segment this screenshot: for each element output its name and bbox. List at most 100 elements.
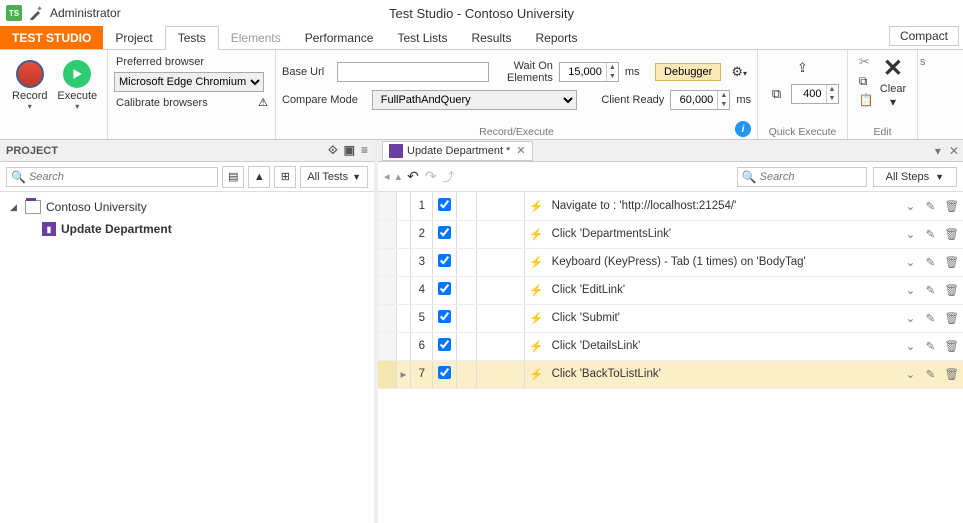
edit-step-icon[interactable]: ✎ xyxy=(920,276,940,304)
row-caret[interactable] xyxy=(396,332,411,360)
delete-step-icon[interactable]: 🗑 xyxy=(940,276,963,304)
row-caret[interactable]: ▸ xyxy=(396,360,411,388)
row-grip[interactable] xyxy=(378,192,396,220)
step-checkbox[interactable] xyxy=(433,304,457,332)
nav-back-icon[interactable]: ◂ xyxy=(384,170,390,183)
base-url-input[interactable] xyxy=(337,62,489,82)
row-caret[interactable] xyxy=(396,304,411,332)
execute-button[interactable]: Execute ▾ xyxy=(54,54,102,137)
step-row[interactable]: 3⚡Keyboard (KeyPress) - Tab (1 times) on… xyxy=(378,248,963,276)
view-list-icon[interactable]: ▤ xyxy=(222,166,244,188)
copy-icon[interactable]: ⧉ xyxy=(767,84,787,104)
steps-search-input[interactable] xyxy=(760,171,862,183)
cut-icon[interactable]: ✂ xyxy=(859,54,874,70)
dropdown-arrow-icon[interactable]: ▾ xyxy=(890,95,896,109)
row-grip[interactable] xyxy=(378,276,396,304)
delete-step-icon[interactable]: 🗑 xyxy=(940,220,963,248)
step-checkbox[interactable] xyxy=(433,192,457,220)
spin-up-icon[interactable]: ▲ xyxy=(717,91,729,100)
expand-icon[interactable]: ⌄ xyxy=(900,360,920,388)
calibrate-browsers-button[interactable]: Calibrate browsers xyxy=(116,97,208,109)
record-button[interactable]: Record ▾ xyxy=(6,54,54,137)
spin-down-icon[interactable]: ▼ xyxy=(606,72,618,81)
browser-select[interactable]: Microsoft Edge Chromium xyxy=(114,72,264,92)
step-checkbox[interactable] xyxy=(433,248,457,276)
tab-elements[interactable]: Elements xyxy=(219,26,293,49)
compact-toggle[interactable]: Compact xyxy=(889,26,959,46)
row-caret[interactable] xyxy=(396,220,411,248)
edit-step-icon[interactable]: ✎ xyxy=(920,360,940,388)
row-caret[interactable] xyxy=(396,276,411,304)
expand-icon[interactable]: ⌄ xyxy=(900,332,920,360)
wait-spinner[interactable]: ▲▼ xyxy=(559,62,619,82)
all-tests-dropdown[interactable]: All Tests ▼ xyxy=(300,166,368,188)
spin-up-icon[interactable]: ▲ xyxy=(606,63,618,72)
debugger-button[interactable]: Debugger xyxy=(655,63,721,81)
step-checkbox[interactable] xyxy=(433,276,457,304)
paste-icon[interactable]: 📋 xyxy=(859,93,874,107)
client-ready-spinner[interactable]: ▲▼ xyxy=(670,90,730,110)
step-row[interactable]: 5⚡Click 'Submit'⌄✎🗑 xyxy=(378,304,963,332)
tab-tests[interactable]: Tests xyxy=(165,26,219,50)
tab-reports[interactable]: Reports xyxy=(523,26,589,49)
step-over-icon[interactable]: ⤴ xyxy=(443,168,455,185)
undo-icon[interactable]: ↶ xyxy=(407,168,419,185)
expand-icon[interactable]: ⌄ xyxy=(900,276,920,304)
row-grip[interactable] xyxy=(378,332,396,360)
project-search[interactable]: 🔍 xyxy=(6,167,218,187)
view-grid-icon[interactable]: ⊞ xyxy=(274,166,296,188)
step-checkbox[interactable] xyxy=(433,360,457,388)
close-panel-icon[interactable]: ✕ xyxy=(949,144,959,158)
view-tree-icon[interactable]: ▲ xyxy=(248,166,270,188)
step-row[interactable]: 1⚡Navigate to : 'http://localhost:21254/… xyxy=(378,192,963,220)
row-grip[interactable] xyxy=(378,248,396,276)
delay-spinner[interactable]: ▲▼ xyxy=(791,84,839,104)
copy-icon[interactable]: ⧉ xyxy=(859,74,874,89)
tab-menu-icon[interactable]: ▾ xyxy=(935,144,941,158)
tree-test-row[interactable]: ▮ Update Department xyxy=(6,218,368,240)
edit-step-icon[interactable]: ✎ xyxy=(920,248,940,276)
step-row[interactable]: 6⚡Click 'DetailsLink'⌄✎🗑 xyxy=(378,332,963,360)
link-icon[interactable]: ⇪ xyxy=(793,58,813,78)
row-grip[interactable] xyxy=(378,304,396,332)
refresh-icon[interactable]: ⟐ xyxy=(328,143,337,158)
close-tab-icon[interactable]: ✕ xyxy=(516,144,525,157)
caret-down-icon[interactable]: ◢ xyxy=(10,202,20,213)
tab-project[interactable]: Project xyxy=(103,26,164,49)
wait-value-input[interactable] xyxy=(560,63,606,81)
clear-button[interactable]: ✕ Clear ▾ xyxy=(880,54,906,109)
compare-mode-select[interactable]: FullPathAndQuery xyxy=(372,90,577,110)
dropdown-arrow-icon[interactable]: ▾ xyxy=(75,102,79,111)
step-row[interactable]: 2⚡Click 'DepartmentsLink'⌄✎🗑 xyxy=(378,220,963,248)
expand-icon[interactable]: ⌄ xyxy=(900,304,920,332)
expand-icon[interactable]: ⌄ xyxy=(900,248,920,276)
expand-icon[interactable]: ⌄ xyxy=(900,192,920,220)
row-caret[interactable] xyxy=(396,192,411,220)
edit-step-icon[interactable]: ✎ xyxy=(920,332,940,360)
tab-test-lists[interactable]: Test Lists xyxy=(385,26,459,49)
gear-icon[interactable]: ⚙▾ xyxy=(727,62,751,82)
delay-input[interactable] xyxy=(792,85,826,103)
tab-performance[interactable]: Performance xyxy=(293,26,386,49)
more-icon[interactable]: s xyxy=(920,56,934,68)
client-ready-input[interactable] xyxy=(671,91,717,109)
expand-icon[interactable]: ⌄ xyxy=(900,220,920,248)
nav-up-icon[interactable]: ▴ xyxy=(396,170,402,183)
tab-results[interactable]: Results xyxy=(459,26,523,49)
project-search-input[interactable] xyxy=(29,171,213,183)
delete-step-icon[interactable]: 🗑 xyxy=(940,304,963,332)
delete-step-icon[interactable]: 🗑 xyxy=(940,248,963,276)
spin-up-icon[interactable]: ▲ xyxy=(826,85,838,94)
spin-down-icon[interactable]: ▼ xyxy=(717,100,729,109)
step-checkbox[interactable] xyxy=(433,332,457,360)
menu-icon[interactable]: ≡ xyxy=(361,143,368,158)
delete-step-icon[interactable]: 🗑 xyxy=(940,332,963,360)
delete-step-icon[interactable]: 🗑 xyxy=(940,192,963,220)
row-caret[interactable] xyxy=(396,248,411,276)
edit-step-icon[interactable]: ✎ xyxy=(920,304,940,332)
row-grip[interactable] xyxy=(378,220,396,248)
pin-icon[interactable]: ▣ xyxy=(344,143,355,158)
spin-down-icon[interactable]: ▼ xyxy=(826,94,838,103)
all-steps-dropdown[interactable]: All Steps ▼ xyxy=(873,167,957,187)
dropdown-arrow-icon[interactable]: ▾ xyxy=(28,102,32,111)
